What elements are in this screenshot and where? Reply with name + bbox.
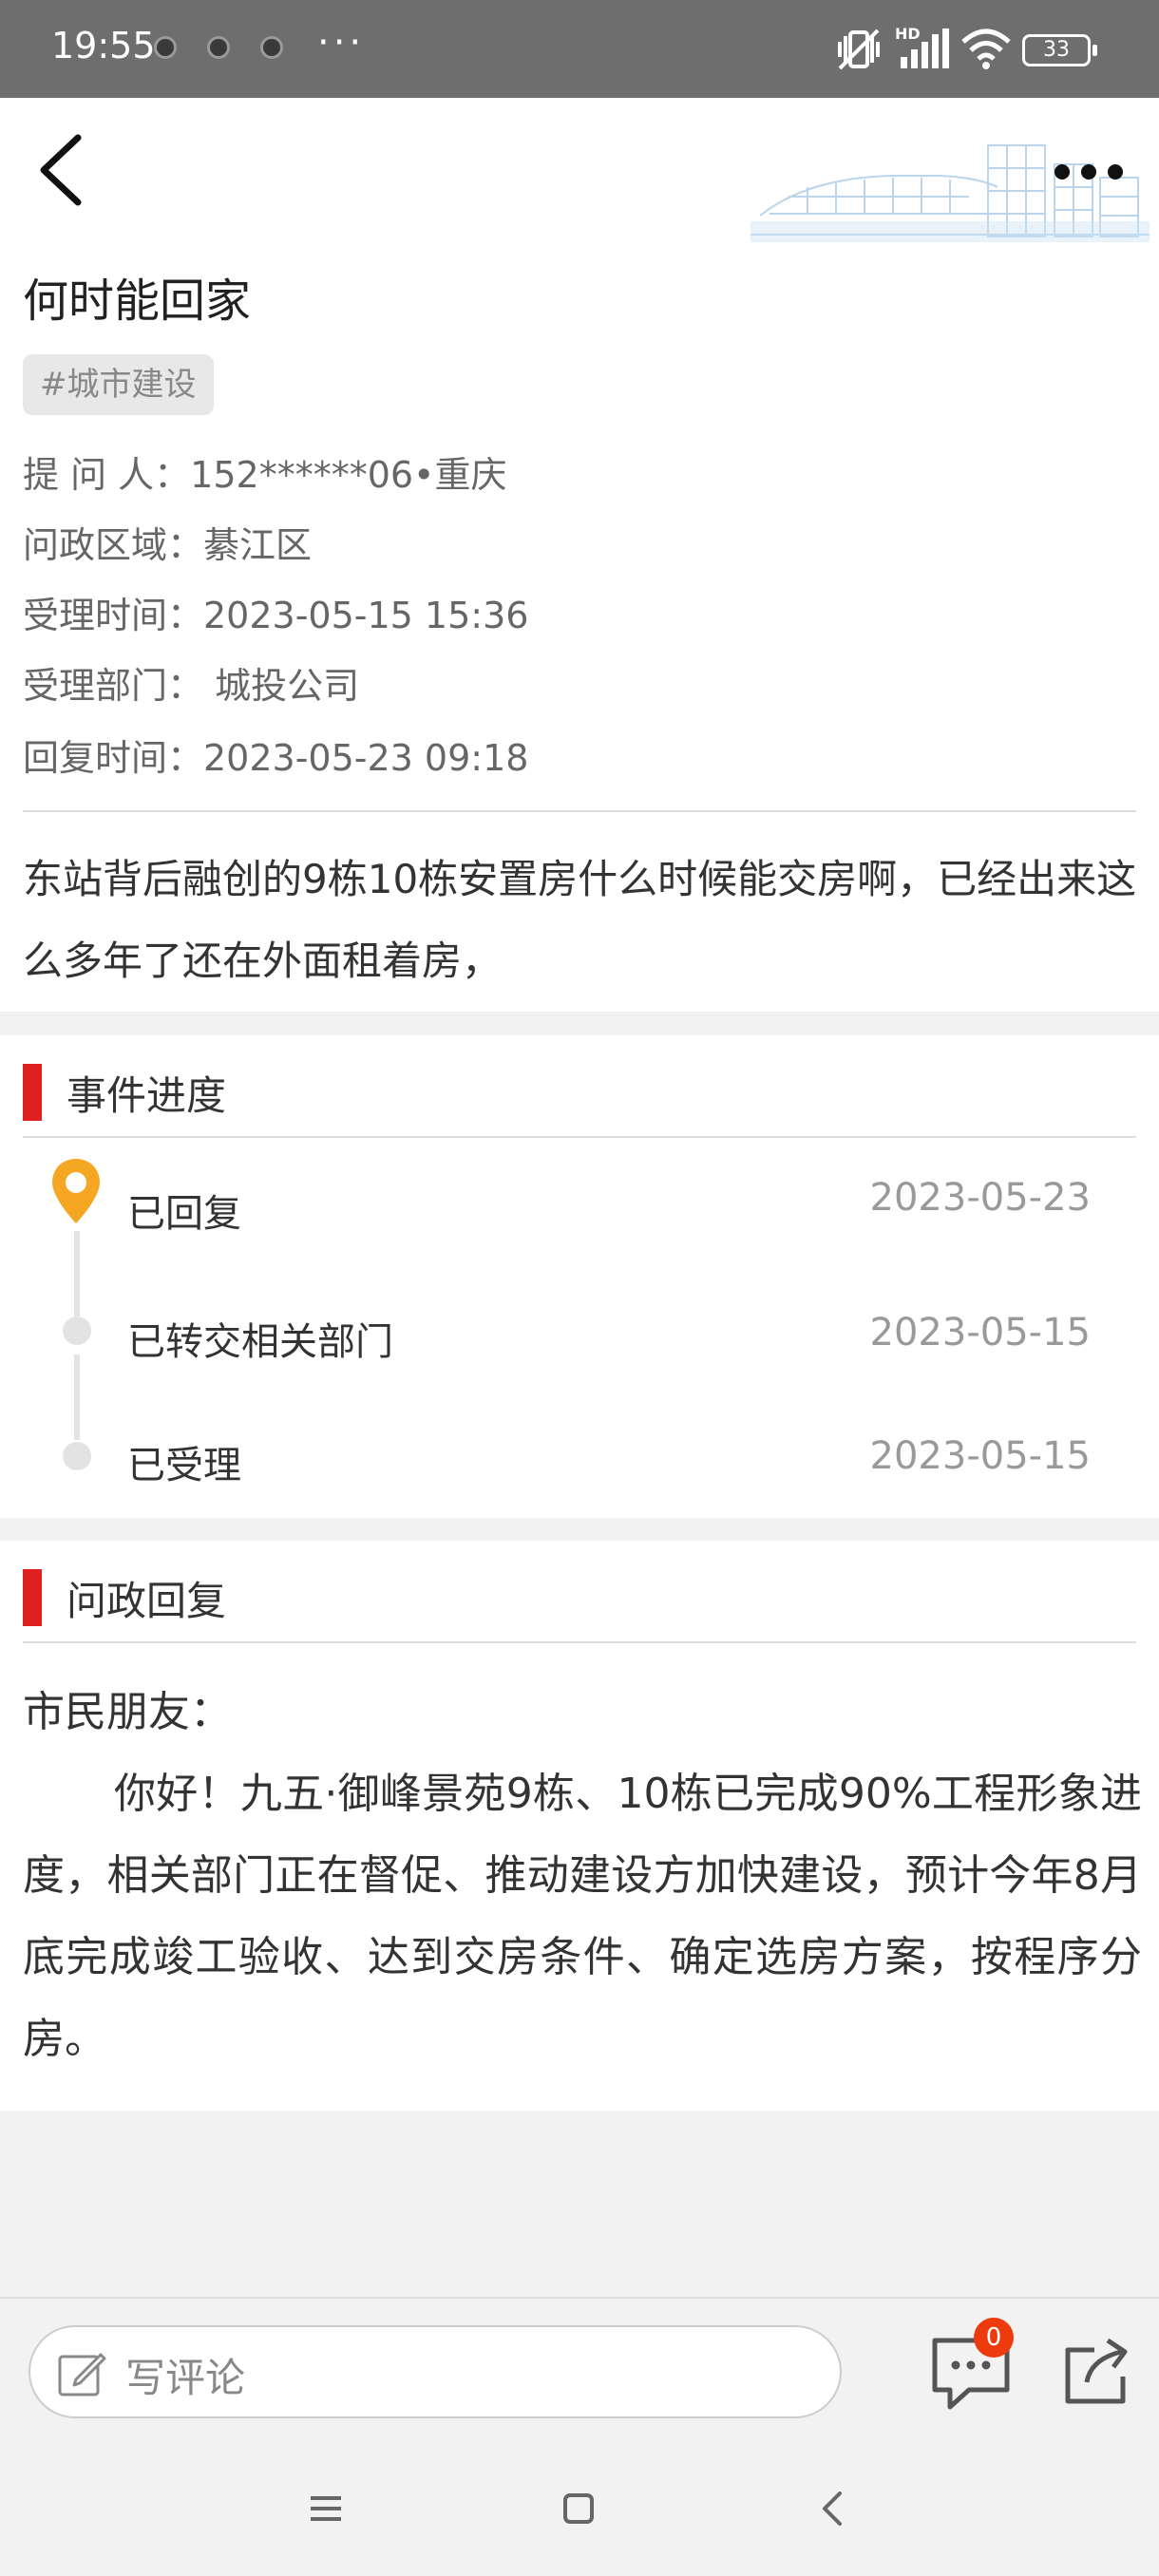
more-notifications-icon: ··· (317, 21, 366, 65)
signal-icon (901, 28, 949, 68)
region-info: 问政区域：綦江区 (23, 524, 313, 566)
divider (23, 1136, 1136, 1138)
reply-content: 市民朋友： 你好！九五·御峰景苑9栋、10栋已完成90%工程形象进度，相关部门正… (23, 1672, 1142, 2080)
timeline-item-label: 已受理 (127, 1444, 241, 1487)
question-content: 东站背后融创的9栋10栋安置房什么时候能交房啊，已经出来这么多年了还在外面租着房… (23, 856, 1137, 984)
reply-time-info: 回复时间：2023-05-23 09:18 (23, 737, 529, 779)
timeline-dot (63, 1442, 91, 1470)
battery-icon: 33 (1022, 34, 1097, 66)
comment-count-badge: 0 (974, 2318, 1014, 2358)
back-icon[interactable] (809, 2485, 857, 2532)
progress-heading: 事件进度 (66, 1072, 227, 1119)
location-pin-icon (52, 1159, 100, 1223)
status-time: 19:55 (51, 25, 156, 66)
comment-input[interactable]: 写评论 (28, 2325, 842, 2418)
accept-time-info: 受理时间：2023-05-15 15:36 (23, 595, 529, 636)
topic-tag[interactable]: #城市建设 (23, 354, 214, 415)
reply-section: 问政回复 市民朋友： 你好！九五·御峰景苑9栋、10栋已完成90%工程形象进度，… (0, 1541, 1159, 2111)
department-info: 受理部门： 城投公司 (23, 665, 360, 707)
timeline-item-label: 已转交相关部门 (127, 1320, 393, 1364)
top-navigation (0, 98, 1159, 242)
timeline-connector (74, 1354, 80, 1440)
timeline-dot (63, 1316, 91, 1345)
menu-icon[interactable] (302, 2485, 350, 2532)
notification-icon (260, 36, 283, 59)
section-accent-bar (23, 1569, 42, 1626)
comment-bar: 写评论 0 (0, 2297, 1159, 2443)
timeline-item-date: 2023-05-15 (869, 1311, 1091, 1354)
more-dots-icon[interactable] (1053, 153, 1125, 191)
wifi-icon (961, 28, 1011, 69)
reply-header: 问政回复 (0, 1541, 1159, 1645)
system-navigation-bar (0, 2441, 1159, 2576)
timeline-item-date: 2023-05-15 (869, 1434, 1091, 1478)
divider (23, 1641, 1136, 1643)
share-icon[interactable] (1062, 2335, 1130, 2407)
timeline-connector (74, 1231, 80, 1316)
progress-section: 事件进度 已回复 2023-05-23 已转交相关部门 2023-05-15 已… (0, 1035, 1159, 1518)
status-bar: 19:55 ··· HD 33 (0, 0, 1159, 98)
asker-info: 提 问 人：152******06•重庆 (23, 454, 507, 496)
edit-icon (58, 2353, 106, 2396)
comment-placeholder: 写评论 (125, 2355, 246, 2401)
notification-icon (207, 36, 230, 59)
reply-greeting: 市民朋友： (23, 1688, 232, 1736)
timeline-item-date: 2023-05-23 (869, 1176, 1091, 1220)
question-detail: 何时能回家 #城市建设 提 问 人：152******06•重庆 问政区域：綦江… (0, 242, 1159, 1012)
chevron-left-icon[interactable] (28, 132, 95, 208)
home-icon[interactable] (555, 2485, 602, 2532)
question-title: 何时能回家 (23, 275, 252, 328)
progress-header: 事件进度 (0, 1035, 1159, 1140)
reply-body: 你好！九五·御峰景苑9栋、10栋已完成90%工程形象进度，相关部门正在督促、推动… (23, 1770, 1142, 2063)
reply-heading: 问政回复 (66, 1578, 227, 1624)
timeline-item-label: 已回复 (127, 1192, 241, 1236)
vibrate-off-icon (838, 28, 880, 70)
notification-icon (154, 36, 177, 59)
section-accent-bar (23, 1064, 42, 1121)
divider (23, 810, 1136, 812)
